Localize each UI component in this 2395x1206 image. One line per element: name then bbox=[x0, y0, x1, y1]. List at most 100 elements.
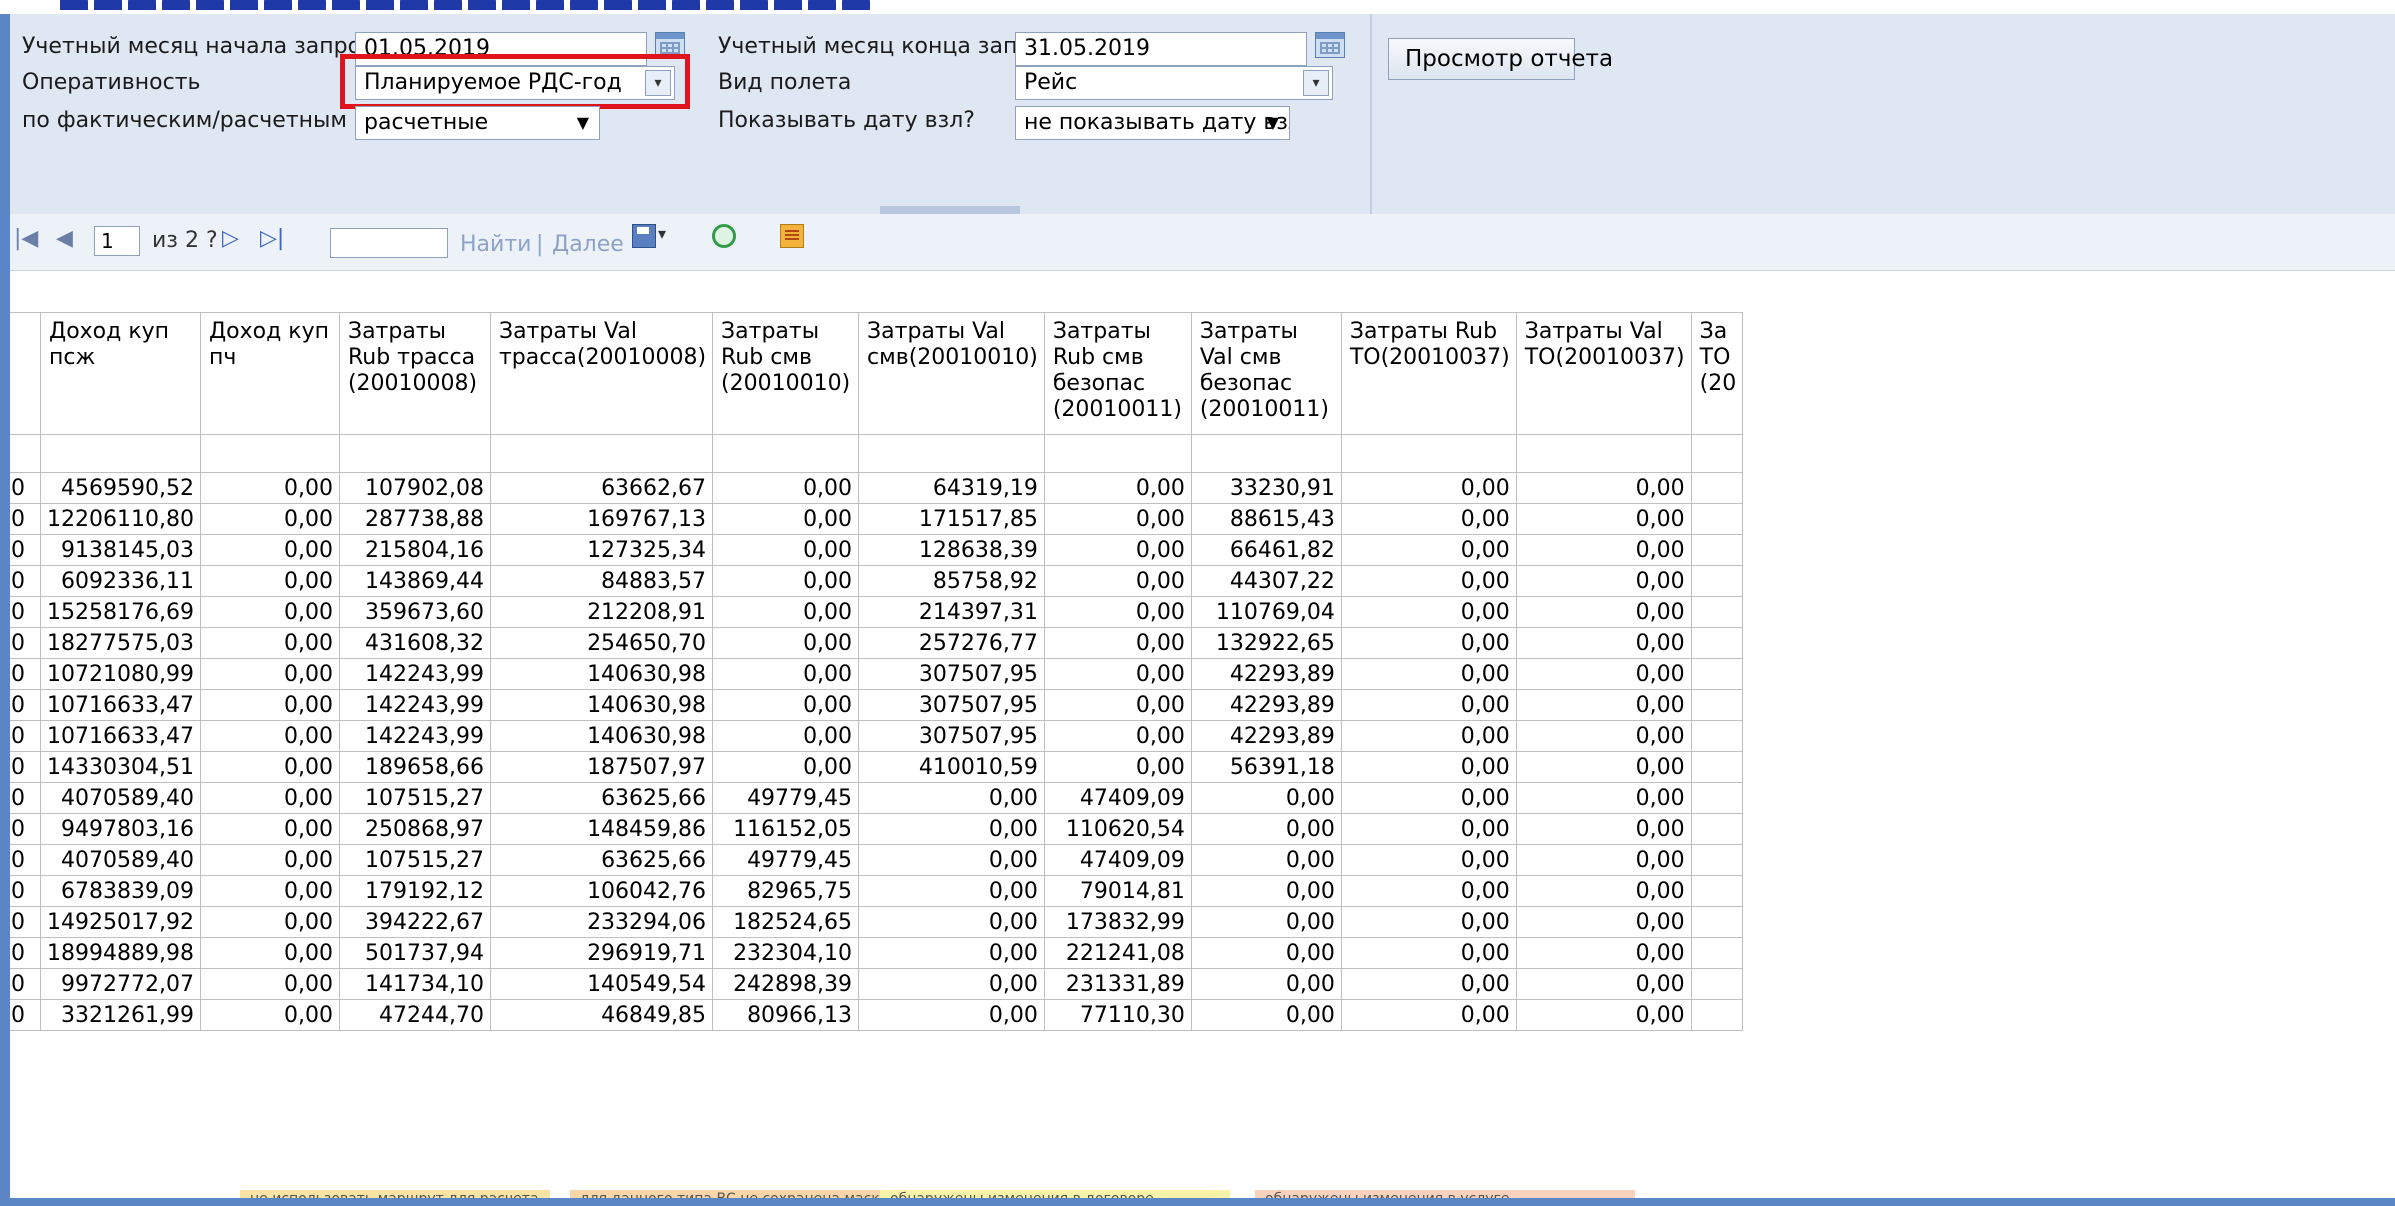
table-cell: 173832,99 bbox=[1043, 906, 1192, 938]
table-cell: 33230,91 bbox=[1190, 472, 1342, 504]
calendar-icon[interactable] bbox=[1315, 32, 1345, 58]
find-text-input[interactable] bbox=[330, 228, 448, 258]
table-cell: 0,00 bbox=[1043, 720, 1192, 752]
table-cell: 47409,09 bbox=[1043, 844, 1192, 876]
panel-splitter-handle[interactable] bbox=[880, 206, 1020, 214]
column-header: Затраты Rub ТО(20010037) bbox=[1340, 312, 1517, 435]
table-cell: 132922,65 bbox=[1190, 627, 1342, 659]
table-cell: 00 bbox=[10, 906, 41, 938]
table-cell bbox=[1690, 658, 1744, 690]
table-cell: 0,00 bbox=[1043, 627, 1192, 659]
table-cell: 0,00 bbox=[1043, 689, 1192, 721]
table-cell: 212208,91 bbox=[489, 596, 714, 628]
chevron-down-icon[interactable]: ▾ bbox=[1303, 70, 1329, 96]
table-cell: 0,00 bbox=[199, 937, 340, 969]
find-next-link[interactable]: Далее bbox=[552, 232, 624, 257]
table-cell: 0,00 bbox=[712, 596, 860, 628]
table-cell: 10716633,47 bbox=[40, 689, 201, 721]
next-page-icon[interactable]: ▷ bbox=[222, 226, 239, 251]
table-cell: 4070589,40 bbox=[40, 844, 201, 876]
page-number-input[interactable]: 1 bbox=[94, 226, 140, 256]
chevron-down-icon[interactable]: ▾ bbox=[658, 224, 666, 243]
table-cell: 0,00 bbox=[1515, 875, 1692, 907]
table-row: 0010721080,990,00142243,99140630,980,003… bbox=[10, 658, 1744, 690]
table-cell: 0,00 bbox=[1340, 689, 1517, 721]
table-cell: 15258176,69 bbox=[40, 596, 201, 628]
table-cell: 0,00 bbox=[1340, 937, 1517, 969]
table-cell bbox=[1690, 503, 1744, 535]
table-row: 003321261,990,0047244,7046849,8580966,13… bbox=[10, 999, 1744, 1031]
table-cell: 189658,66 bbox=[338, 751, 491, 783]
table-cell: 0,00 bbox=[1515, 844, 1692, 876]
table-cell: 42293,89 bbox=[1190, 720, 1342, 752]
table-cell: 287738,88 bbox=[338, 503, 491, 535]
show-date-value: не показывать дату взл bbox=[1024, 110, 1290, 135]
table-cell bbox=[1690, 472, 1744, 504]
table-cell: 79014,81 bbox=[1043, 875, 1192, 907]
table-cell: 0,00 bbox=[1340, 658, 1517, 690]
table-cell: 0,00 bbox=[1515, 503, 1692, 535]
view-report-button[interactable]: Просмотр отчета bbox=[1388, 38, 1613, 80]
column-header: Затраты Val смв(20010010) bbox=[858, 312, 1045, 435]
table-cell: 0,00 bbox=[1340, 751, 1517, 783]
export-icon[interactable] bbox=[780, 224, 804, 248]
table-cell: 182524,65 bbox=[712, 906, 860, 938]
dropdown-arrow-icon[interactable]: ▼ bbox=[1267, 107, 1279, 139]
table-cell: 296919,71 bbox=[489, 937, 714, 969]
first-page-icon[interactable]: |◀ bbox=[14, 226, 38, 251]
table-cell: 63662,67 bbox=[489, 472, 714, 504]
table-row: 0010716633,470,00142243,99140630,980,003… bbox=[10, 720, 1744, 752]
table-cell: 0,00 bbox=[199, 565, 340, 597]
table-row: 0018994889,980,00501737,94296919,7123230… bbox=[10, 937, 1744, 969]
prev-page-icon[interactable]: ◀ bbox=[56, 226, 73, 251]
table-cell: 0,00 bbox=[858, 906, 1045, 938]
last-page-icon[interactable]: ▷| bbox=[260, 226, 284, 251]
table-cell: 0,00 bbox=[199, 751, 340, 783]
find-link[interactable]: Найти bbox=[460, 232, 531, 257]
report-grid-viewport[interactable]: Доход куп псж Доход куп пч Затраты Rub тра… bbox=[10, 272, 2395, 1202]
show-date-select[interactable]: не показывать дату взл ▼ bbox=[1015, 106, 1290, 140]
table-row: 004070589,400,00107515,2763625,6649779,4… bbox=[10, 844, 1744, 876]
operativeness-label: Оперативность bbox=[22, 70, 201, 95]
table-cell: 0,00 bbox=[858, 875, 1045, 907]
table-cell: 0,00 bbox=[858, 844, 1045, 876]
refresh-icon[interactable] bbox=[712, 224, 736, 248]
table-cell: 0,00 bbox=[1043, 596, 1192, 628]
table-cell: 42293,89 bbox=[1190, 658, 1342, 690]
table-cell: 00 bbox=[10, 813, 41, 845]
articles-select[interactable]: расчетные ▼ bbox=[355, 106, 600, 140]
dropdown-arrow-icon[interactable]: ▼ bbox=[577, 107, 589, 139]
table-cell: 44307,22 bbox=[1190, 565, 1342, 597]
flight-type-select[interactable]: Рейс ▾ bbox=[1015, 66, 1333, 100]
table-cell: 0,00 bbox=[1340, 782, 1517, 814]
table-cell bbox=[1690, 565, 1744, 597]
table-cell: 14330304,51 bbox=[40, 751, 201, 783]
table-cell: 0,00 bbox=[858, 937, 1045, 969]
table-cell: 128638,39 bbox=[858, 534, 1045, 566]
table-cell: 0,00 bbox=[1340, 999, 1517, 1031]
table-cell: 0,00 bbox=[1515, 472, 1692, 504]
save-icon[interactable] bbox=[632, 224, 656, 248]
table-cell: 0,00 bbox=[199, 968, 340, 1000]
find-separator: | bbox=[536, 232, 544, 257]
table-cell: 0,00 bbox=[199, 503, 340, 535]
table-cell: 359673,60 bbox=[338, 596, 491, 628]
end-month-input[interactable]: 31.05.2019 bbox=[1015, 32, 1307, 66]
table-cell bbox=[1690, 968, 1744, 1000]
table-cell: 250868,97 bbox=[338, 813, 491, 845]
table-cell: 00 bbox=[10, 534, 41, 566]
table-cell: 0,00 bbox=[199, 813, 340, 845]
table-cell: 501737,94 bbox=[338, 937, 491, 969]
table-cell: 0,00 bbox=[1515, 720, 1692, 752]
table-cell: 214397,31 bbox=[858, 596, 1045, 628]
table-cell: 0,00 bbox=[1190, 844, 1342, 876]
table-cell: 0,00 bbox=[858, 782, 1045, 814]
table-cell bbox=[1690, 782, 1744, 814]
table-cell: 88615,43 bbox=[1190, 503, 1342, 535]
table-cell: 0,00 bbox=[1515, 565, 1692, 597]
table-cell: 46849,85 bbox=[489, 999, 714, 1031]
table-cell: 10716633,47 bbox=[40, 720, 201, 752]
table-row: 0012206110,800,00287738,88169767,130,001… bbox=[10, 503, 1744, 535]
column-header: За ТО (20 bbox=[1690, 312, 1744, 435]
table-cell: 231331,89 bbox=[1043, 968, 1192, 1000]
